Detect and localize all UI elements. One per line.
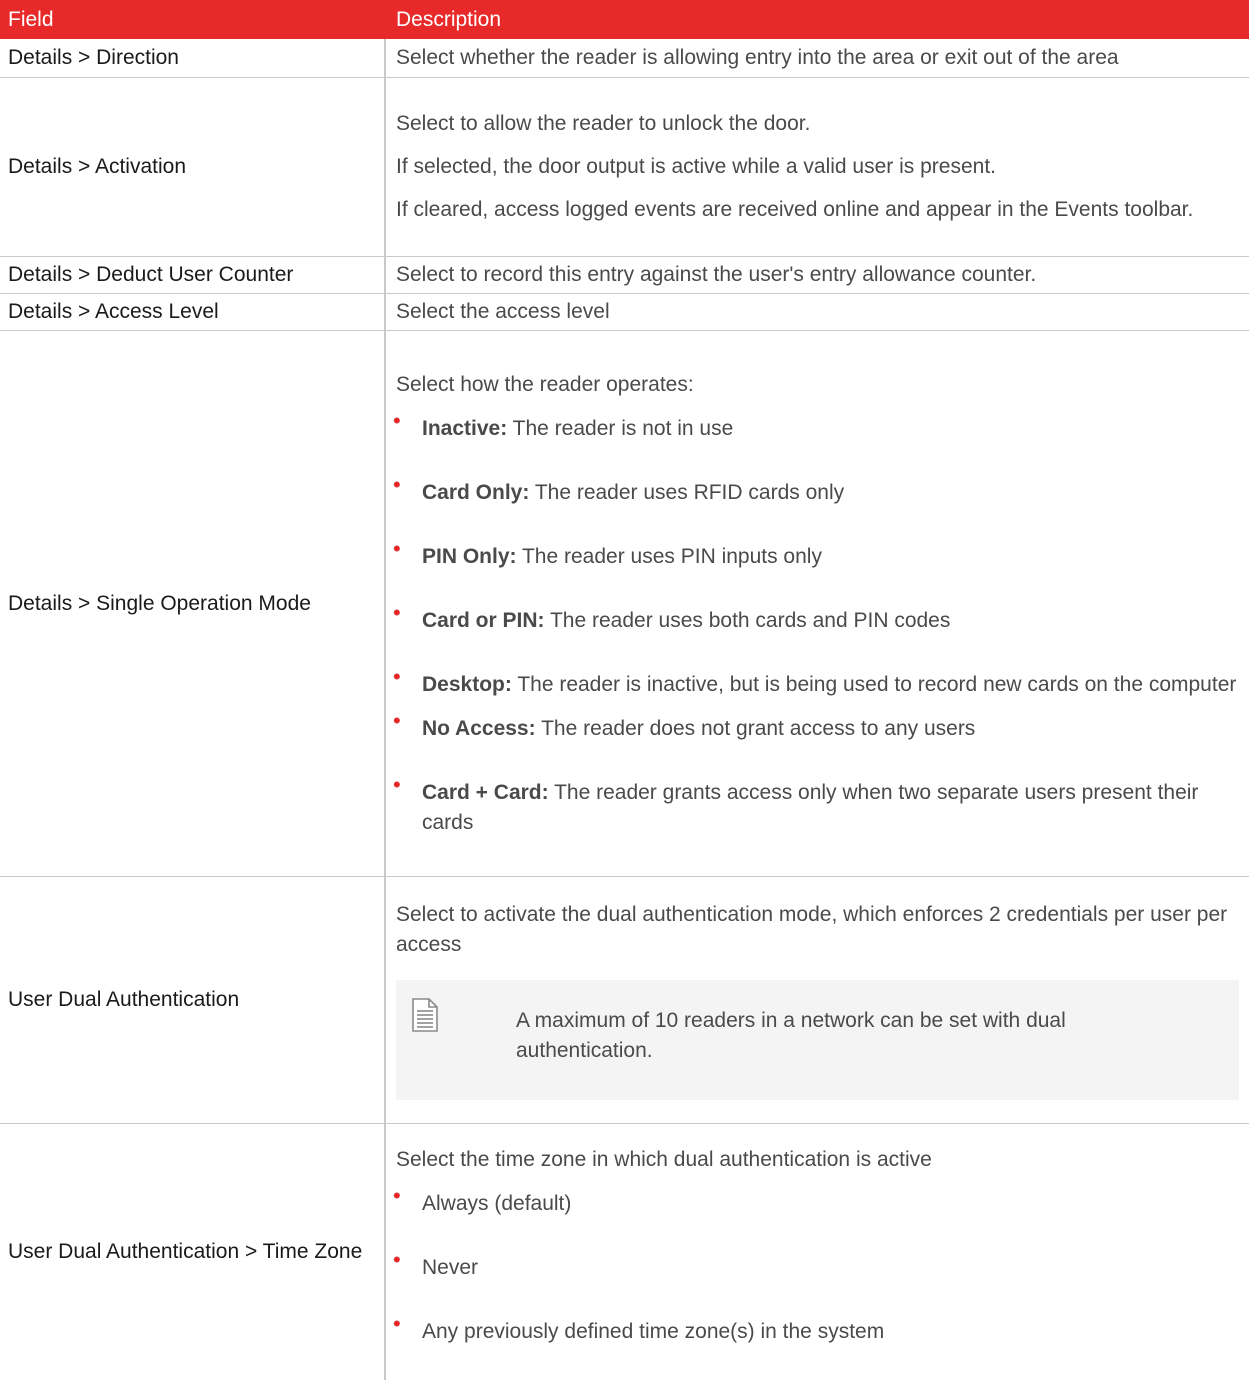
list-item: • No Access: The reader does not grant ac… (393, 709, 1239, 744)
field-name: Details > Deduct User Counter (0, 256, 386, 294)
mode-term: PIN Only: (422, 544, 517, 568)
list-item: • Card Only: The reader uses RFID cards o… (393, 473, 1239, 508)
document-note-icon (412, 998, 438, 1032)
bullet-icon: • (393, 663, 401, 689)
list-item: • Card or PIN: The reader uses both cards… (393, 601, 1239, 636)
bullet-icon: • (393, 407, 401, 433)
time-zone-option: Never (422, 1255, 479, 1279)
note-text: A maximum of 10 readers in a network can… (516, 1009, 1066, 1062)
field-name: Details > Access Level (0, 293, 386, 331)
table-row: Details > Access Level Select the access… (0, 293, 1249, 331)
list-item: • PIN Only: The reader uses PIN inputs on… (393, 537, 1239, 572)
table-row: Details > Deduct User Counter Select to … (0, 256, 1249, 294)
mode-text: The reader does not grant access to any … (535, 716, 976, 740)
field-name: User Dual Authentication (0, 876, 386, 1124)
mode-term: Card or PIN: (422, 608, 545, 632)
description-text: Select to activate the dual authenticati… (396, 903, 1228, 956)
bullet-icon: • (393, 1310, 401, 1336)
description-text: Select how the reader operates: (396, 372, 694, 396)
field-description: Select to record this entry against the … (385, 256, 1249, 294)
time-zone-option: Any previously defined time zone(s) in t… (422, 1319, 885, 1343)
note-box: A maximum of 10 readers in a network can… (396, 980, 1239, 1100)
table-row: Details > Direction Select whether the r… (0, 39, 1249, 78)
bullet-icon: • (393, 1246, 401, 1272)
time-zone-list: • Always (default) • Never • Any previously… (393, 1184, 1239, 1347)
bullet-icon: • (393, 535, 401, 561)
header-description: Description (385, 0, 1249, 39)
operation-mode-list: • Inactive: The reader is not in use • Car… (393, 409, 1239, 838)
list-item: • Card + Card: The reader grants access o… (393, 773, 1239, 838)
field-name: Details > Single Operation Mode (0, 330, 386, 877)
description-text: Select to allow the reader to unlock the… (396, 112, 811, 135)
field-description: Select the access level (385, 293, 1249, 331)
field-name: Details > Direction (0, 39, 386, 78)
table-row: User Dual Authentication > Time Zone Sel… (0, 1123, 1249, 1380)
table-row: Details > Activation Select to allow the… (0, 77, 1249, 257)
bullet-icon: • (393, 599, 401, 625)
description-text: If cleared, access logged events are rec… (396, 198, 1194, 221)
mode-term: Card Only: (422, 480, 530, 504)
field-description: Select whether the reader is allowing en… (385, 39, 1249, 78)
field-description: Select the time zone in which dual authe… (385, 1124, 1249, 1380)
bullet-icon: • (393, 1182, 401, 1208)
list-item: • Any previously defined time zone(s) in … (393, 1312, 1239, 1347)
table-row: User Dual Authentication Select to activ… (0, 876, 1249, 1124)
bullet-icon: • (393, 471, 401, 497)
bullet-icon: • (393, 771, 401, 797)
description-text: Select the time zone in which dual authe… (396, 1147, 932, 1171)
field-description: Select to activate the dual authenticati… (385, 876, 1249, 1124)
time-zone-option: Always (default) (422, 1191, 572, 1215)
description-text: Select whether the reader is allowing en… (396, 46, 1119, 69)
description-text: Select the access level (396, 300, 610, 323)
mode-text: The reader uses both cards and PIN codes (544, 608, 951, 632)
mode-term: No Access: (422, 716, 536, 740)
field-name: User Dual Authentication > Time Zone (0, 1123, 386, 1380)
mode-term: Card + Card: (422, 780, 549, 804)
fields-table: Field Description Details > Direction Se… (0, 0, 1249, 1380)
list-item: • Never (393, 1248, 1239, 1283)
mode-text: The reader is not in use (507, 416, 734, 440)
table-row: Details > Single Operation Mode Select h… (0, 330, 1249, 877)
mode-text: The reader is inactive, but is being use… (511, 672, 1237, 696)
field-name: Details > Activation (0, 77, 386, 257)
mode-text: The reader uses PIN inputs only (516, 544, 822, 568)
field-description: Select to allow the reader to unlock the… (385, 77, 1249, 257)
table-header: Field Description (0, 0, 1249, 39)
header-field: Field (0, 0, 385, 39)
description-text: Select to record this entry against the … (396, 263, 1037, 286)
description-text: If selected, the door output is active w… (396, 155, 996, 178)
field-description: Select how the reader operates: • Inactiv… (385, 330, 1249, 877)
list-item: • Always (default) (393, 1184, 1239, 1219)
mode-term: Inactive: (422, 416, 508, 440)
bullet-icon: • (393, 707, 401, 733)
mode-text: The reader uses RFID cards only (529, 480, 845, 504)
list-item: • Desktop: The reader is inactive, but is… (393, 665, 1239, 700)
list-item: • Inactive: The reader is not in use (393, 409, 1239, 444)
mode-term: Desktop: (422, 672, 512, 696)
